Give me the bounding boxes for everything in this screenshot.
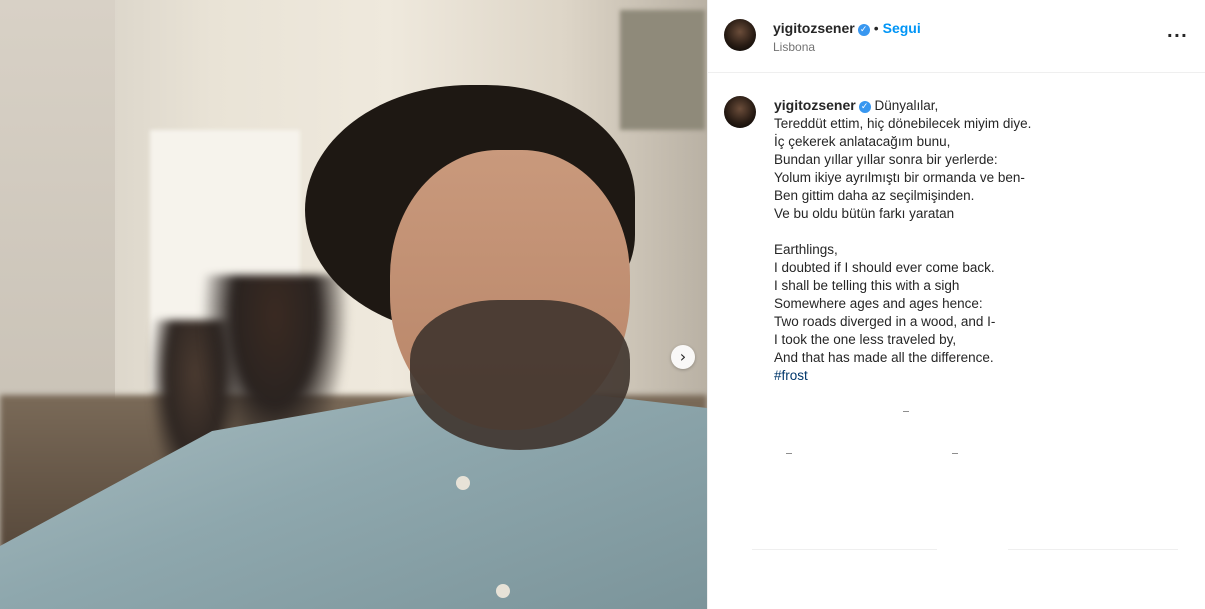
hashtag-link[interactable]: #frost (774, 367, 1184, 385)
post-location[interactable]: Lisbona (773, 40, 815, 54)
photo-subject (496, 584, 510, 598)
post-caption: yigitozsener ✓ Dünyalılar, Tereddüt ettim… (774, 96, 1184, 385)
avatar[interactable] (724, 19, 756, 51)
caption-line: Ben gittim daha az seçilmişinden. (774, 188, 975, 203)
verified-badge-icon: ✓ (857, 24, 870, 36)
loading-placeholder (952, 453, 958, 454)
caption-username[interactable]: yigitozsener (774, 97, 856, 113)
divider (752, 549, 937, 550)
follow-button[interactable]: Segui (883, 20, 921, 36)
caption-text: Dünyalılar, (874, 98, 939, 113)
post-side-panel: yigitozsener ✓ • Segui Lisbona ··· yigitozs… (707, 0, 1205, 609)
caption-first-line: yigitozsener ✓ Dünyalılar, (774, 96, 1184, 115)
caption-line: I took the one less traveled by, (774, 332, 957, 347)
post-header: yigitozsener ✓ • Segui Lisbona ··· (708, 0, 1205, 73)
header-title-row: yigitozsener ✓ • Segui (773, 20, 921, 38)
caption-line: I shall be telling this with a sigh (774, 278, 960, 293)
caption-avatar[interactable] (724, 96, 756, 128)
more-options-icon[interactable]: ··· (1167, 26, 1188, 45)
caption-line: Earthlings, (774, 242, 838, 257)
caption-line: Ve bu oldu bütün farkı yaratan (774, 206, 955, 221)
caption-line: İç çekerek anlatacağım bunu, (774, 134, 951, 149)
caption-line: And that has made all the difference. (774, 350, 994, 365)
separator-dot: • (873, 20, 879, 36)
author-username[interactable]: yigitozsener (773, 20, 855, 36)
caption-line: I doubted if I should ever come back. (774, 260, 995, 275)
photo-subject (410, 300, 630, 450)
loading-placeholder (903, 411, 909, 412)
post-photo[interactable] (0, 0, 707, 609)
photo-subject (456, 476, 470, 490)
next-photo-button[interactable]: › (671, 345, 695, 369)
caption-line: Tereddüt ettim, hiç dönebilecek miyim di… (774, 116, 1032, 131)
caption-line: Bundan yıllar yıllar sonra bir yerlerde: (774, 152, 998, 167)
loading-placeholder (786, 453, 792, 454)
caption-line: Somewhere ages and ages hence: (774, 296, 983, 311)
chevron-right-icon: › (679, 347, 687, 366)
divider (1008, 549, 1178, 550)
caption-line: Two roads diverged in a wood, and I- (774, 314, 996, 329)
verified-badge-icon: ✓ (858, 101, 871, 113)
photo-background (620, 10, 705, 130)
caption-line: Yolum ikiye ayrılmıştı bir ormanda ve be… (774, 170, 1025, 185)
